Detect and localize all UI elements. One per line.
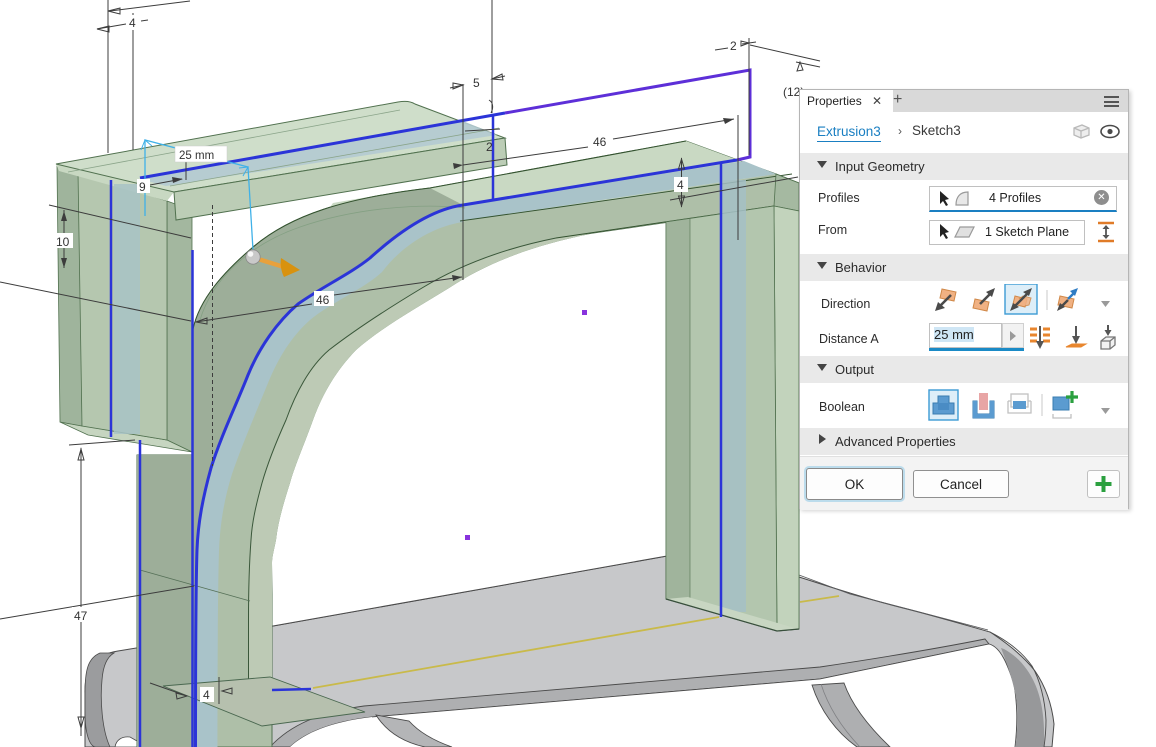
svg-text:10: 10 <box>56 235 70 249</box>
svg-text:2: 2 <box>730 39 737 53</box>
svg-text:46: 46 <box>593 135 607 149</box>
svg-text:4: 4 <box>203 688 210 702</box>
svg-text:4: 4 <box>129 16 136 30</box>
svg-text:25 mm: 25 mm <box>179 150 214 162</box>
svg-text:5: 5 <box>473 76 480 90</box>
svg-text:47: 47 <box>74 609 88 623</box>
svg-text:46: 46 <box>316 293 330 307</box>
svg-text:9: 9 <box>139 180 146 194</box>
svg-text:2: 2 <box>486 140 493 154</box>
svg-text:4: 4 <box>677 178 684 192</box>
